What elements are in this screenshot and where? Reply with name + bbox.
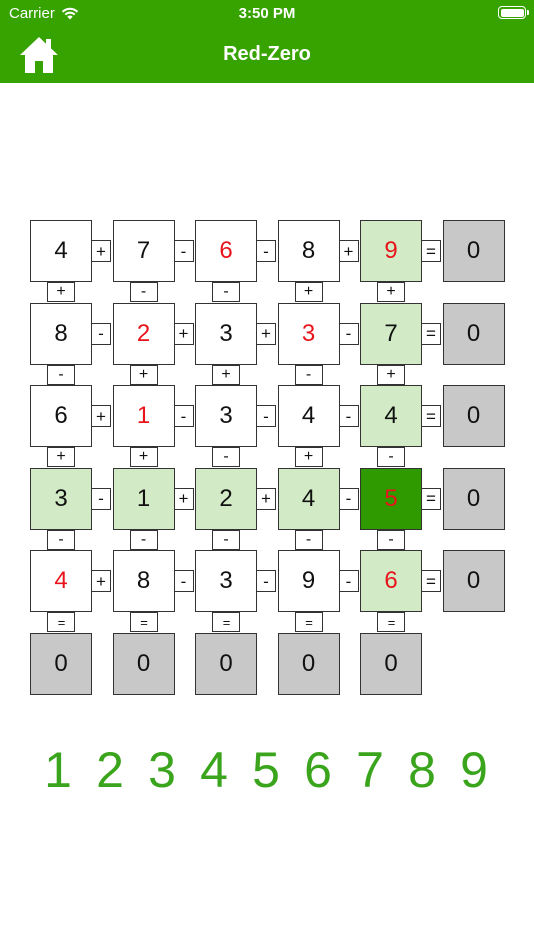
row-operator: -: [338, 322, 359, 345]
column-result: 0: [195, 632, 257, 695]
row-operator: +: [91, 570, 111, 592]
number-button-2[interactable]: 2: [86, 738, 134, 802]
column-operator: +: [47, 447, 75, 467]
column-operator: +: [377, 282, 405, 302]
row-result: 0: [442, 550, 505, 612]
row-operator: +: [173, 487, 194, 510]
column-operator: -: [129, 282, 158, 302]
puzzle-cell: 8: [30, 302, 92, 365]
page-title: Red-Zero: [223, 43, 311, 65]
puzzle-cell[interactable]: 1: [112, 385, 175, 447]
row-operator: -: [256, 405, 276, 427]
row-operator: +: [173, 322, 194, 345]
column-equals-sign: =: [129, 612, 158, 632]
column-operator: +: [47, 282, 75, 302]
puzzle-cell: 3: [195, 302, 257, 365]
row-operator: -: [256, 570, 276, 592]
puzzle-cell: 7: [112, 220, 175, 282]
row-result: 0: [442, 385, 505, 447]
row-operator: -: [256, 240, 276, 262]
number-button-5[interactable]: 5: [242, 738, 290, 802]
number-button-4[interactable]: 4: [190, 738, 238, 802]
puzzle-cell: 7: [360, 302, 422, 365]
column-operator: -: [294, 364, 323, 385]
puzzle-cell: 8: [112, 550, 175, 612]
puzzle-cell[interactable]: 6: [360, 550, 422, 612]
row-operator: -: [338, 487, 359, 510]
column-result: 0: [277, 632, 340, 695]
row-equals-sign: =: [421, 240, 441, 262]
column-result: 0: [30, 632, 92, 695]
puzzle-cell[interactable]: 2: [112, 302, 175, 365]
puzzle-cell: 3: [30, 467, 92, 530]
puzzle-cell: 4: [277, 385, 340, 447]
column-result: 0: [360, 632, 422, 695]
row-operator: -: [338, 405, 359, 427]
puzzle-cell: 3: [195, 550, 257, 612]
puzzle-cell: 2: [195, 467, 257, 530]
puzzle-cell[interactable]: 5: [360, 467, 422, 530]
row-operator: -: [173, 570, 194, 592]
column-equals-sign: =: [47, 612, 75, 632]
column-operator: -: [212, 447, 240, 467]
row-operator: +: [256, 487, 276, 510]
puzzle-cell[interactable]: 4: [30, 550, 92, 612]
puzzle-cell: 6: [30, 385, 92, 447]
number-button-8[interactable]: 8: [398, 738, 446, 802]
column-operator: -: [212, 282, 240, 302]
column-operator: +: [294, 447, 323, 467]
number-button-9[interactable]: 9: [450, 738, 498, 802]
row-result: 0: [442, 302, 505, 365]
column-result: 0: [112, 632, 175, 695]
row-result: 0: [442, 467, 505, 530]
puzzle-cell: 4: [30, 220, 92, 282]
column-equals-sign: =: [294, 612, 323, 632]
row-operator: -: [338, 570, 359, 592]
puzzle-cell: 9: [277, 550, 340, 612]
column-equals-sign: =: [377, 612, 405, 632]
battery-icon: [498, 6, 529, 19]
row-equals-sign: =: [421, 570, 441, 592]
puzzle-cell[interactable]: 6: [195, 220, 257, 282]
column-operator: -: [294, 529, 323, 550]
puzzle-cell: 1: [112, 467, 175, 530]
number-button-1[interactable]: 1: [34, 738, 82, 802]
puzzle-cell: 8: [277, 220, 340, 282]
number-button-7[interactable]: 7: [346, 738, 394, 802]
puzzle-cell: 4: [277, 467, 340, 530]
row-equals-sign: =: [421, 405, 441, 427]
row-operator: -: [173, 405, 194, 427]
column-equals-sign: =: [212, 612, 240, 632]
column-operator: -: [377, 529, 405, 550]
status-bar: Carrier 3:50 PM: [0, 0, 534, 28]
row-operator: +: [91, 405, 111, 427]
number-button-3[interactable]: 3: [138, 738, 186, 802]
column-operator: +: [212, 364, 240, 385]
column-operator: -: [212, 529, 240, 550]
column-operator: -: [47, 364, 75, 385]
puzzle-cell: 3: [195, 385, 257, 447]
status-time: 3:50 PM: [238, 5, 296, 22]
row-operator: +: [338, 240, 359, 262]
column-operator: -: [129, 529, 158, 550]
row-result: 0: [442, 220, 505, 282]
puzzle-cell[interactable]: 3: [277, 302, 340, 365]
column-operator: -: [377, 447, 405, 467]
column-operator: +: [129, 447, 158, 467]
row-operator: -: [173, 240, 194, 262]
row-operator: -: [91, 322, 111, 345]
column-operator: +: [377, 364, 405, 385]
column-operator: -: [47, 529, 75, 550]
puzzle-cell[interactable]: 9: [360, 220, 422, 282]
puzzle-cell: 4: [360, 385, 422, 447]
column-operator: +: [294, 282, 323, 302]
nav-bar: Carrier 3:50 PM Red-Zero: [0, 0, 534, 83]
row-operator: +: [256, 322, 276, 345]
column-operator: +: [129, 364, 158, 385]
row-operator: -: [91, 487, 111, 510]
row-equals-sign: =: [421, 487, 441, 510]
row-equals-sign: =: [421, 322, 441, 345]
row-operator: +: [91, 240, 111, 262]
number-button-6[interactable]: 6: [294, 738, 342, 802]
